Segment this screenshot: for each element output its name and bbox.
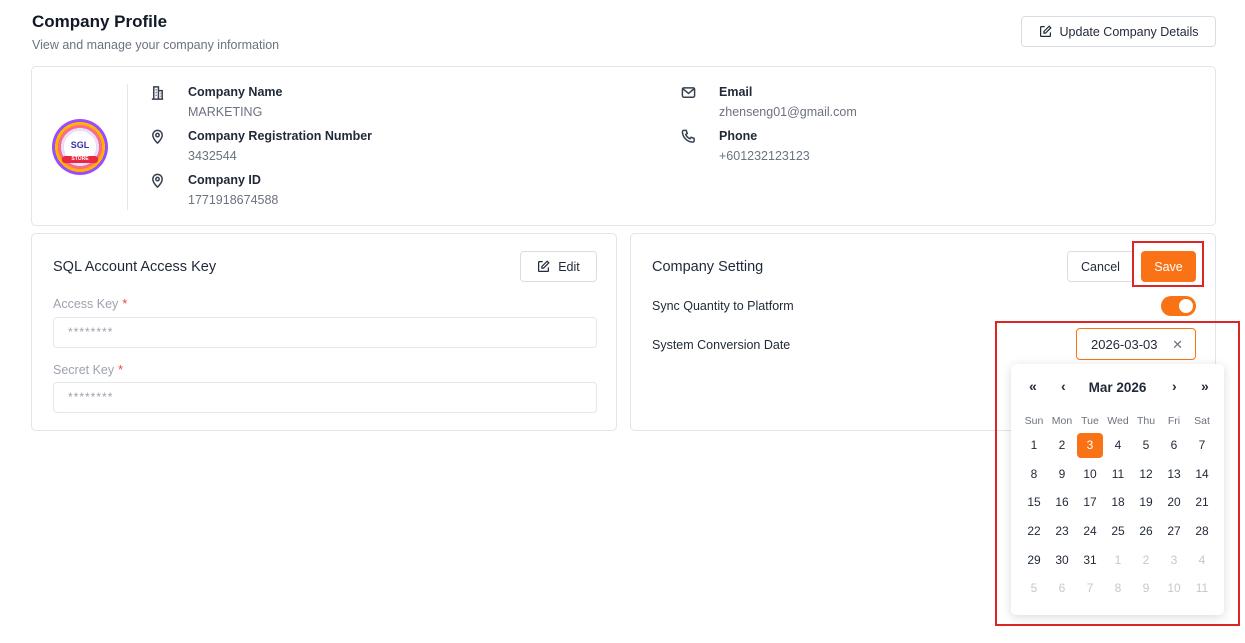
building-icon — [150, 85, 166, 101]
logo-band: STORE — [62, 156, 98, 163]
company-profile-card: SGL STORE Company Name MARKETING Company… — [31, 66, 1216, 226]
company-name-value: MARKETING — [188, 105, 263, 119]
company-id-label: Company ID — [188, 173, 261, 187]
mail-icon — [681, 85, 697, 101]
map-pin-icon — [150, 173, 166, 189]
required-mark: * — [118, 363, 124, 377]
edit-label: Edit — [558, 259, 580, 274]
secret-key-label: Secret Key * — [53, 363, 123, 377]
company-id-value: 1771918674588 — [188, 193, 279, 207]
sync-quantity-toggle[interactable] — [1161, 296, 1196, 316]
company-logo: SGL STORE — [52, 119, 108, 175]
cancel-button[interactable]: Cancel — [1067, 251, 1134, 282]
toggle-knob — [1179, 299, 1193, 313]
update-company-details-label: Update Company Details — [1059, 24, 1199, 39]
access-key-label: Access Key * — [53, 297, 127, 311]
sync-quantity-label: Sync Quantity to Platform — [652, 299, 794, 313]
profile-divider — [127, 84, 128, 210]
access-key-card: SQL Account Access Key Edit Access Key * … — [31, 233, 617, 431]
access-key-input[interactable]: ******** — [53, 317, 597, 348]
logo-text: SGL — [70, 140, 90, 150]
edit-icon — [1039, 25, 1052, 37]
phone-icon — [681, 129, 697, 145]
reg-number-value: 3432544 — [188, 149, 237, 163]
save-highlight-box — [1132, 241, 1204, 287]
email-value: zhenseng01@gmail.com — [719, 105, 857, 119]
map-pin-icon — [150, 129, 166, 145]
conversion-date-label: System Conversion Date — [652, 338, 791, 352]
edit-access-key-button[interactable]: Edit — [520, 251, 597, 282]
reg-number-label: Company Registration Number — [188, 129, 373, 143]
edit-icon — [538, 260, 550, 272]
phone-value: +601232123123 — [719, 149, 810, 163]
email-label: Email — [719, 85, 753, 99]
access-key-label-text: Access Key — [53, 297, 119, 311]
update-company-details-button[interactable]: Update Company Details — [1021, 16, 1216, 47]
page-title: Company Profile — [32, 12, 168, 31]
page-subtitle: View and manage your company information — [32, 38, 280, 52]
company-setting-card-title: Company Setting — [652, 259, 764, 275]
access-key-card-title: SQL Account Access Key — [53, 259, 217, 275]
secret-key-label-text: Secret Key — [53, 363, 115, 377]
secret-key-input[interactable]: ******** — [53, 382, 597, 413]
company-name-label: Company Name — [188, 85, 283, 99]
phone-label: Phone — [719, 129, 758, 143]
calendar-highlight-box — [995, 321, 1240, 626]
required-mark: * — [122, 297, 128, 311]
